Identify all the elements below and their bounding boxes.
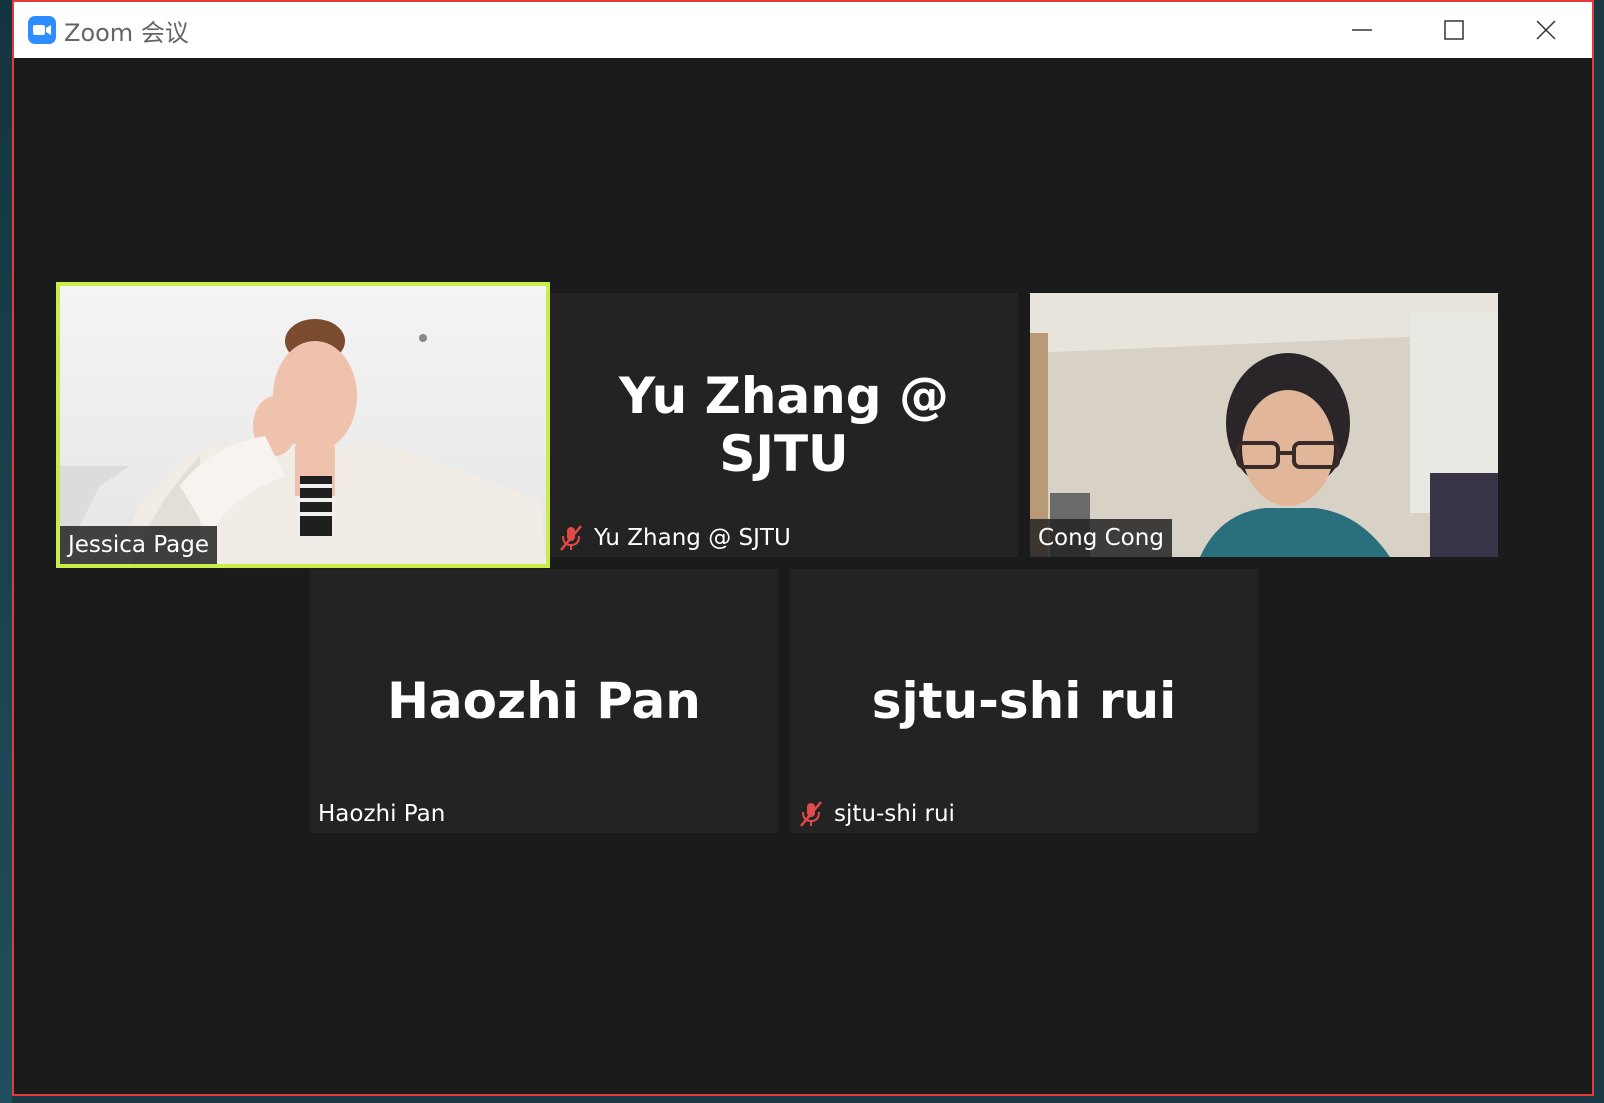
participant-name-tag: Jessica Page: [60, 526, 218, 564]
close-icon: [1536, 20, 1556, 40]
participant-name-tag: Haozhi Pan: [310, 795, 454, 833]
window-title: Zoom 会议: [64, 18, 189, 47]
participant-name: Cong Cong: [1038, 525, 1164, 551]
participant-name-tag: sjtu-shi rui: [790, 795, 963, 833]
zoom-meeting-window: Zoom 会议 Jessica Page Yu Zhang @ SJTU Yu …: [12, 0, 1594, 1096]
participant-name: Haozhi Pan: [318, 801, 446, 827]
desktop-background: [0, 0, 12, 1103]
close-button[interactable]: [1500, 2, 1592, 58]
participant-tile-jessica-page[interactable]: Jessica Page: [56, 282, 550, 568]
maximize-button[interactable]: [1408, 2, 1500, 58]
participant-name-tag: Yu Zhang @ SJTU: [550, 519, 799, 557]
mic-muted-icon: [560, 525, 582, 551]
window-controls: [1316, 2, 1592, 58]
participant-display-name: Yu Zhang @ SJTU: [619, 367, 949, 483]
participant-tile-cong-cong[interactable]: Cong Cong: [1030, 293, 1498, 557]
participant-name: Yu Zhang @ SJTU: [594, 525, 791, 551]
participant-name-tag: Cong Cong: [1030, 519, 1172, 557]
participant-display-name: sjtu-shi rui: [871, 672, 1177, 730]
minimize-icon: [1352, 29, 1372, 31]
participant-video: [1030, 293, 1498, 557]
participant-name: sjtu-shi rui: [834, 801, 955, 827]
participant-tile-haozhi-pan[interactable]: Haozhi Pan Haozhi Pan: [310, 569, 778, 833]
participant-name: Jessica Page: [68, 532, 210, 558]
maximize-icon: [1444, 20, 1464, 40]
participant-tile-yu-zhang[interactable]: Yu Zhang @ SJTU Yu Zhang @ SJTU: [550, 293, 1018, 557]
gallery-view: Jessica Page Yu Zhang @ SJTU Yu Zhang @ …: [14, 58, 1592, 1094]
mic-muted-icon: [800, 801, 822, 827]
participant-video: [60, 286, 546, 564]
zoom-camera-icon: [28, 16, 56, 44]
participant-tile-sjtu-shi-rui[interactable]: sjtu-shi rui sjtu-shi rui: [790, 569, 1258, 833]
participant-display-name: Haozhi Pan: [387, 672, 701, 730]
title-bar[interactable]: Zoom 会议: [14, 2, 1592, 58]
minimize-button[interactable]: [1316, 2, 1408, 58]
